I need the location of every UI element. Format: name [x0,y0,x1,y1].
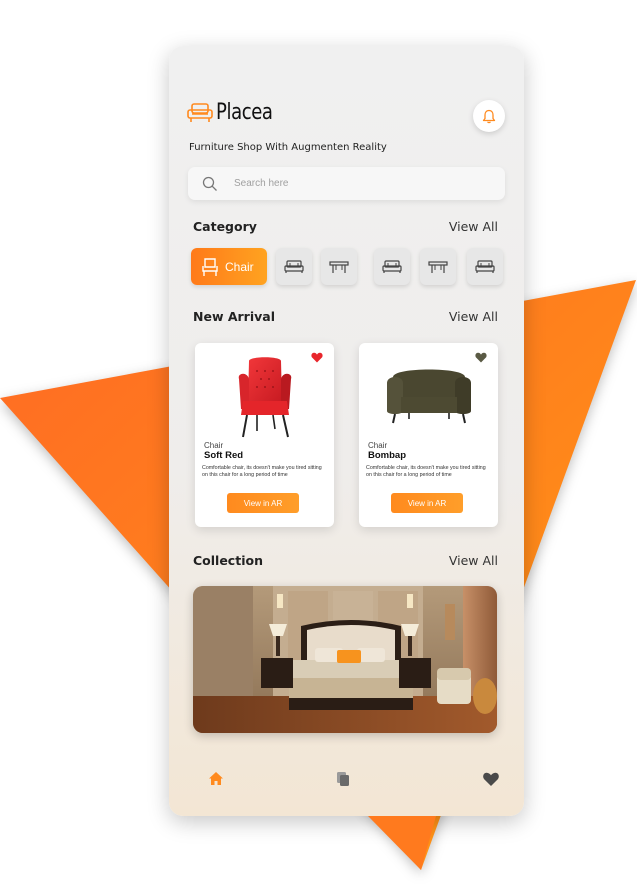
stage: Placea Furniture Shop With Augmenten Rea… [0,0,637,886]
triangle-tip [368,816,436,870]
